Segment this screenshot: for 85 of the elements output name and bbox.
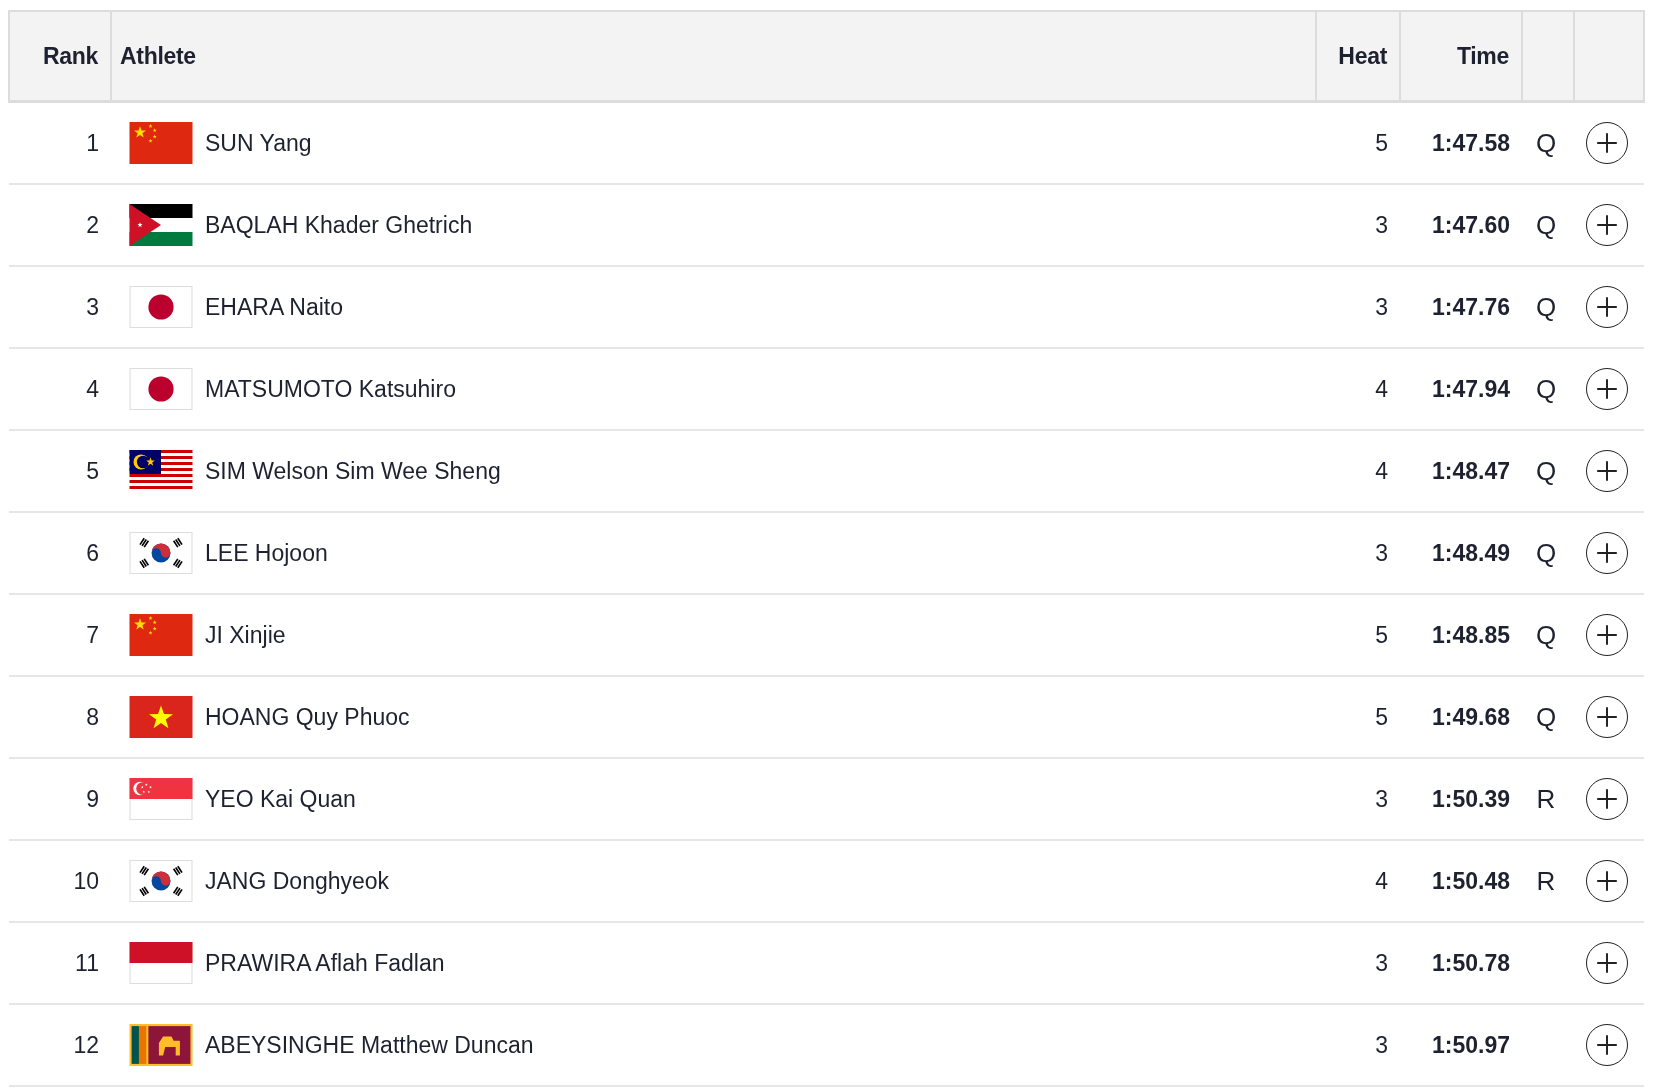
emblem-flag-icon — [129, 860, 193, 902]
rank-text: 6 — [86, 539, 99, 566]
striped-flag-icon — [129, 450, 193, 492]
athlete-name: HOANG Quy Phuoc — [205, 703, 410, 731]
time-value: 1:47.94 — [1432, 375, 1510, 402]
expand-button[interactable] — [1586, 942, 1628, 984]
rank-text: 4 — [86, 375, 99, 402]
rank-text: 9 — [86, 785, 99, 812]
expand-button[interactable] — [1586, 532, 1628, 574]
qualification-mark: Q — [1535, 291, 1557, 322]
athlete-name: ABEYSINGHE Matthew Duncan — [205, 1031, 534, 1059]
athlete-name: SIM Welson Sim Wee Sheng — [205, 457, 501, 485]
heat-number: 5 — [1375, 703, 1388, 730]
athlete-name: JI Xinjie — [205, 621, 286, 649]
heat-number: 3 — [1375, 211, 1388, 238]
qualification-mark: Q — [1535, 373, 1557, 404]
column-header: Athlete — [111, 11, 1316, 102]
heat-number: 3 — [1375, 785, 1388, 812]
expand-button[interactable] — [1586, 614, 1628, 656]
expand-button[interactable] — [1586, 286, 1628, 328]
rank-text: 3 — [86, 293, 99, 320]
time-value: 1:47.58 — [1432, 129, 1510, 156]
triangle-flag-icon — [129, 204, 193, 246]
qualification-mark: Q — [1535, 619, 1557, 650]
column-header: Heat — [1316, 11, 1400, 102]
athlete-name: LEE Hojoon — [205, 539, 328, 567]
athlete-name: SUN Yang — [205, 129, 312, 157]
athlete-name: EHARA Naito — [205, 293, 344, 321]
qualification-mark: Q — [1535, 127, 1557, 158]
heat-number: 3 — [1375, 293, 1388, 320]
rank-text: 5 — [86, 457, 99, 484]
time-value: 1:50.78 — [1432, 949, 1510, 976]
qualification-mark: Q — [1535, 455, 1557, 486]
column-header: Rank — [9, 11, 111, 102]
time-value: 1:49.68 — [1432, 703, 1510, 730]
qualification-mark: R — [1536, 783, 1556, 814]
time-value: 1:50.39 — [1432, 785, 1510, 812]
athlete-name: JANG Donghyeok — [205, 867, 390, 895]
heat-number: 3 — [1375, 949, 1388, 976]
circle-flag-icon — [129, 368, 193, 410]
expand-button[interactable] — [1586, 778, 1628, 820]
rank-text: 10 — [73, 867, 99, 894]
expand-button[interactable] — [1586, 368, 1628, 410]
qualification-mark: Q — [1535, 701, 1557, 732]
expand-button[interactable] — [1586, 860, 1628, 902]
heat-number: 3 — [1375, 539, 1388, 566]
qualification-mark: Q — [1535, 537, 1557, 568]
time-value: 1:48.85 — [1432, 621, 1510, 648]
expand-button[interactable] — [1586, 450, 1628, 492]
rank-text: 12 — [73, 1031, 99, 1058]
time-value: 1:48.47 — [1432, 457, 1510, 484]
star-flag-icon — [129, 696, 193, 738]
time-value: 1:48.49 — [1432, 539, 1510, 566]
star-flag-icon — [129, 614, 193, 656]
expand-button[interactable] — [1586, 122, 1628, 164]
qualification-mark: R — [1536, 865, 1556, 896]
athlete-name: PRAWIRA Aflah Fadlan — [205, 949, 445, 977]
athlete-name: BAQLAH Khader Ghetrich — [205, 211, 473, 239]
heat-number: 4 — [1375, 375, 1388, 402]
time-value: 1:47.76 — [1432, 293, 1510, 320]
heat-number: 5 — [1375, 129, 1388, 156]
circle-flag-icon — [129, 286, 193, 328]
rank-text: 1 — [86, 129, 99, 156]
time-value: 1:50.48 — [1432, 867, 1510, 894]
crescent-flag-icon — [129, 778, 193, 820]
rank-text: 7 — [86, 621, 99, 648]
qualification-mark: Q — [1535, 209, 1557, 240]
expand-button[interactable] — [1586, 696, 1628, 738]
star-flag-icon — [129, 122, 193, 164]
time-value: 1:47.60 — [1432, 211, 1510, 238]
athlete-name: YEO Kai Quan — [205, 785, 356, 813]
time-value: 1:50.97 — [1432, 1031, 1510, 1058]
bicolor-flag-icon — [129, 942, 193, 984]
rank-text: 2 — [86, 211, 99, 238]
athlete-name: MATSUMOTO Katsuhiro — [205, 375, 456, 403]
column-header: Time — [1400, 11, 1522, 102]
heat-number: 4 — [1375, 457, 1388, 484]
heat-number: 3 — [1375, 1031, 1388, 1058]
expand-button[interactable] — [1586, 1024, 1628, 1066]
expand-button[interactable] — [1586, 204, 1628, 246]
emblem-flag-icon — [129, 532, 193, 574]
rank-text: 8 — [86, 703, 99, 730]
rank-text: 11 — [75, 949, 99, 976]
heat-number: 5 — [1375, 621, 1388, 648]
heat-number: 4 — [1375, 867, 1388, 894]
